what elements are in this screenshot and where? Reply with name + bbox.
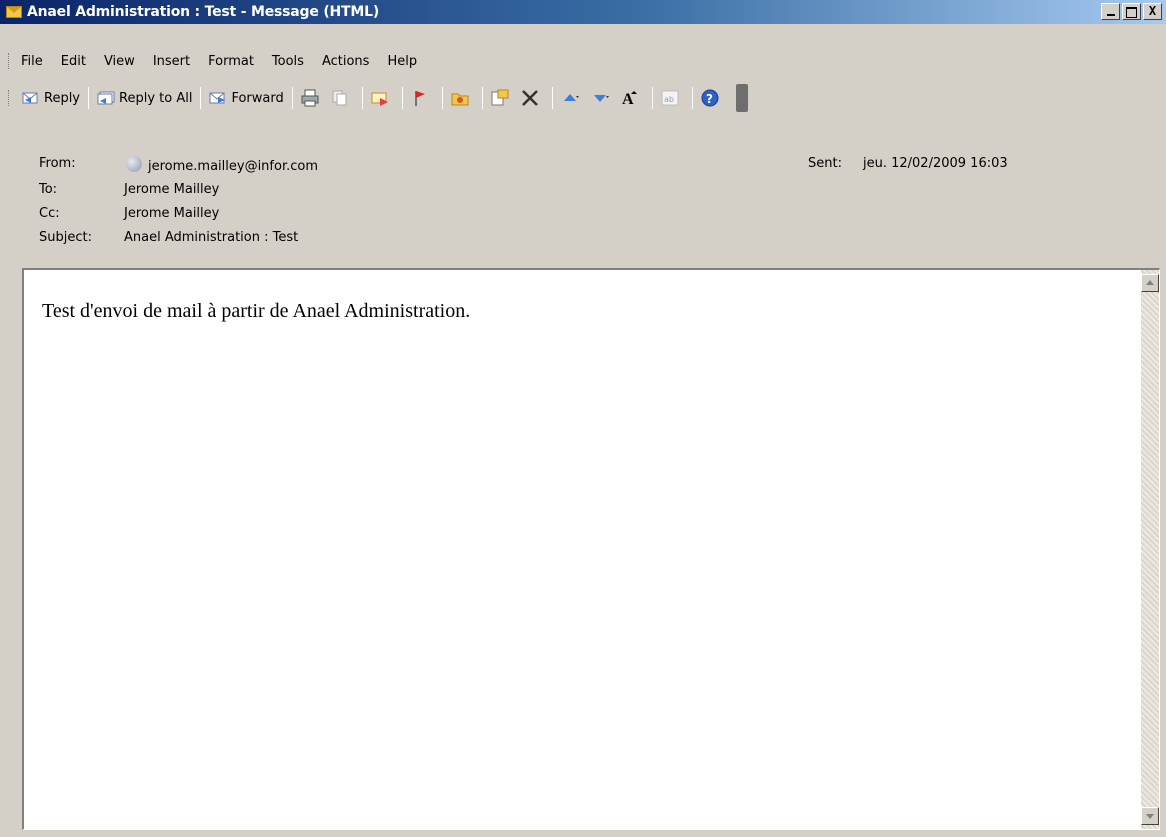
toolbar-separator: [291, 87, 293, 109]
reply-button[interactable]: Reply: [21, 89, 80, 107]
scroll-up-button[interactable]: [1141, 274, 1159, 292]
address-book-icon[interactable]: [450, 88, 470, 108]
from-label: From:: [39, 156, 76, 171]
window-controls: X: [1101, 3, 1162, 20]
to-value[interactable]: Jerome Mailley: [124, 182, 219, 197]
copy-to-folder-icon[interactable]: [490, 88, 510, 108]
from-value[interactable]: jerome.mailley@infor.com: [124, 156, 318, 174]
scroll-down-button[interactable]: [1141, 807, 1159, 825]
message-header: From: jerome.mailley@infor.com To: Jerom…: [0, 140, 1166, 265]
print-icon[interactable]: [300, 88, 320, 108]
reply-label: Reply: [44, 90, 81, 106]
window-title: Anael Administration : Test - Message (H…: [27, 4, 380, 20]
toolbar-separator: [401, 87, 403, 109]
standard-toolbar: Reply Reply to All Forward A ab ?: [0, 80, 1166, 116]
encoding-icon[interactable]: ab: [660, 88, 680, 108]
font-size-icon[interactable]: A: [620, 88, 640, 108]
toolbar-separator: [88, 87, 90, 109]
menu-file[interactable]: File: [21, 54, 43, 69]
toolbar-separator: [200, 87, 202, 109]
toolbar-separator: [651, 87, 653, 109]
toolbar-separator: [441, 87, 443, 109]
from-row: From: jerome.mailley@infor.com: [39, 156, 318, 174]
message-body[interactable]: Test d'envoi de mail à partir de Anael A…: [22, 268, 1160, 830]
cc-value[interactable]: Jerome Mailley: [124, 206, 219, 221]
subject-label: Subject:: [39, 230, 92, 245]
sent-label: Sent:: [808, 156, 842, 171]
reply-icon: [22, 92, 38, 104]
reply-all-icon: [97, 91, 115, 105]
maximize-button[interactable]: [1122, 3, 1141, 20]
sent-row: Sent: jeu. 12/02/2009 16:03: [808, 156, 1008, 171]
to-label: To:: [39, 182, 58, 197]
cc-label: Cc:: [39, 206, 60, 221]
copy-icon[interactable]: [330, 88, 350, 108]
forward-icon: [209, 92, 226, 104]
sent-value: jeu. 12/02/2009 16:03: [863, 156, 1008, 171]
from-address: jerome.mailley@infor.com: [148, 159, 319, 174]
toolbar-separator: [551, 87, 553, 109]
menu-insert[interactable]: Insert: [153, 54, 190, 69]
svg-text:ab: ab: [664, 95, 674, 104]
toolbar-grip[interactable]: [8, 90, 11, 106]
next-item-icon[interactable]: [590, 88, 610, 108]
reply-all-label: Reply to All: [119, 90, 193, 106]
message-body-text: Test d'envoi de mail à partir de Anael A…: [42, 300, 471, 322]
delete-icon[interactable]: [520, 88, 540, 108]
move-to-folder-icon[interactable]: [370, 88, 390, 108]
reply-all-button[interactable]: Reply to All: [96, 89, 192, 107]
vertical-scrollbar[interactable]: [1141, 270, 1159, 829]
cc-row: Cc: Jerome Mailley: [39, 206, 219, 221]
toolbar-separator: [361, 87, 363, 109]
menu-view[interactable]: View: [104, 54, 135, 69]
title-bar: Anael Administration : Test - Message (H…: [0, 0, 1166, 24]
forward-label: Forward: [231, 90, 284, 106]
toolbar-options-handle[interactable]: [735, 84, 748, 112]
help-icon[interactable]: ?: [700, 88, 720, 108]
contact-presence-icon: [126, 156, 142, 172]
menu-tools[interactable]: Tools: [272, 54, 304, 69]
toolbar-separator: [691, 87, 693, 109]
to-row: To: Jerome Mailley: [39, 182, 219, 197]
menu-format[interactable]: Format: [208, 54, 254, 69]
svg-text:?: ?: [706, 92, 713, 106]
menu-grip[interactable]: [8, 53, 11, 69]
subject-value: Anael Administration : Test: [124, 230, 299, 245]
toolbar-separator: [481, 87, 483, 109]
menu-help[interactable]: Help: [387, 54, 417, 69]
menu-actions[interactable]: Actions: [322, 54, 370, 69]
flag-icon[interactable]: [410, 88, 430, 108]
previous-item-icon[interactable]: [560, 88, 580, 108]
menu-bar: File Edit View Insert Format Tools Actio…: [0, 48, 1166, 74]
minimize-button[interactable]: [1101, 3, 1120, 20]
close-button[interactable]: X: [1143, 3, 1162, 20]
menu-edit[interactable]: Edit: [61, 54, 86, 69]
forward-button[interactable]: Forward: [208, 89, 284, 107]
message-envelope-icon: [6, 6, 22, 18]
subject-row: Subject: Anael Administration : Test: [39, 230, 298, 245]
